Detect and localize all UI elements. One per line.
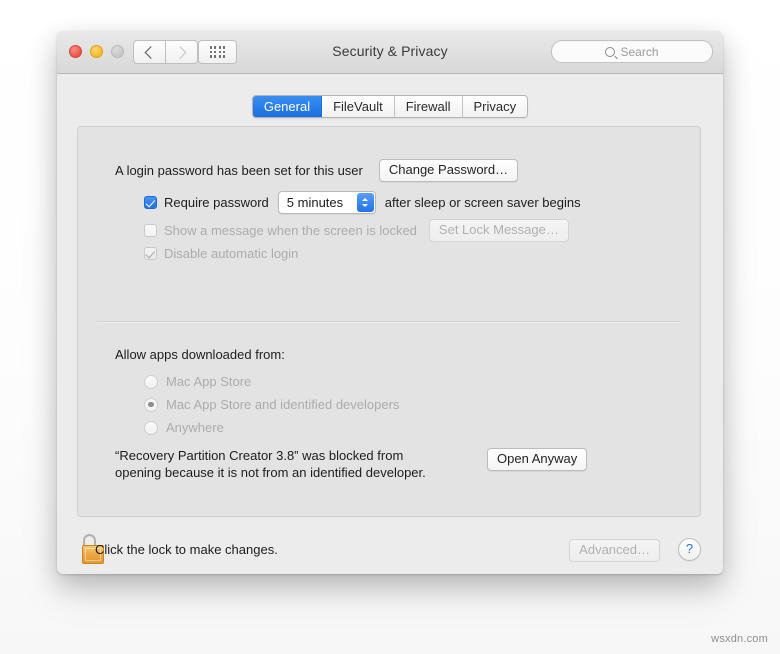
section-divider [97,321,681,322]
set-lock-message-button: Set Lock Message… [428,219,569,242]
require-password-row: Require password 5 minutes after sleep o… [144,191,581,214]
open-anyway-button[interactable]: Open Anyway [487,448,588,471]
radio-mac-app-store-and-developers: Mac App Store and identified developers [144,397,399,412]
watermark: wsxdn.com [711,633,768,645]
tab-general[interactable]: General [252,96,323,117]
allow-apps-heading: Allow apps downloaded from: [115,347,285,362]
disable-auto-login-row: Disable automatic login [144,246,298,261]
radio-mac-app-store: Mac App Store [144,374,251,389]
allow-apps-heading-row: Allow apps downloaded from: [115,347,285,362]
stepper-arrows-icon[interactable] [356,193,374,212]
require-password-interval-popup[interactable]: 5 minutes [277,191,376,214]
advanced-button: Advanced… [569,539,660,562]
radio-button-selected-icon [144,397,158,412]
show-lock-message-checkbox [144,224,157,237]
login-password-label: A login password has been set for this u… [115,163,363,178]
open-anyway-row: Open Anyway [487,448,588,471]
radio-button-icon [144,374,158,389]
radio-label-identified-developers: Mac App Store and identified developers [166,397,400,412]
window-body: General FileVault Firewall Privacy A log… [57,74,723,574]
tab-firewall[interactable]: Firewall [394,96,463,117]
radio-label-mac-app-store: Mac App Store [166,374,252,389]
login-password-row: A login password has been set for this u… [115,159,519,182]
radio-button-icon [144,420,158,435]
general-settings-panel: A login password has been set for this u… [77,126,701,517]
disable-auto-login-label: Disable automatic login [164,246,299,261]
security-privacy-window: Security & Privacy Search General FileVa… [57,31,723,574]
search-field[interactable]: Search [551,40,713,63]
search-placeholder: Search [620,44,659,59]
require-password-suffix: after sleep or screen saver begins [384,195,581,210]
tab-filevault[interactable]: FileVault [322,96,395,117]
show-lock-message-row: Show a message when the screen is locked… [144,219,569,242]
window-bottom-bar: Click the lock to make changes. Advanced… [57,534,723,574]
blocked-app-message-line2: opening because it is not from an identi… [115,465,426,480]
interval-value: 5 minutes [286,195,344,210]
desktop-background: Security & Privacy Search General FileVa… [0,0,780,654]
require-password-label: Require password [164,195,269,210]
tab-bar: General FileVault Firewall Privacy [57,95,723,118]
search-icon [605,46,616,57]
window-titlebar: Security & Privacy Search [57,31,723,74]
require-password-checkbox[interactable] [144,196,157,209]
help-button[interactable]: ? [678,538,701,561]
lock-hint-text: Click the lock to make changes. [95,542,278,557]
radio-label-anywhere: Anywhere [166,420,224,435]
change-password-button[interactable]: Change Password… [378,159,519,182]
show-lock-message-label: Show a message when the screen is locked [164,223,417,238]
radio-anywhere: Anywhere [144,420,224,435]
blocked-app-message-line1: “Recovery Partition Creator 3.8” was blo… [115,448,404,463]
tab-privacy[interactable]: Privacy [462,96,528,117]
disable-auto-login-checkbox [144,247,157,260]
